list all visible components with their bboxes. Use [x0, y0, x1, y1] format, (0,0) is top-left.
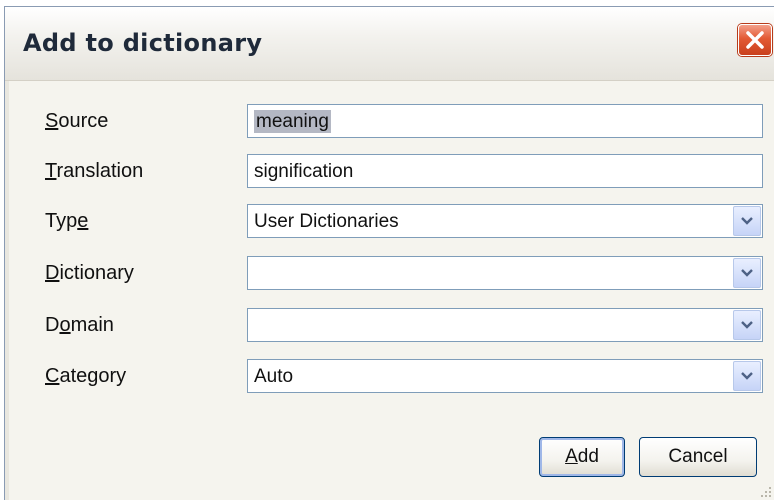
dialog-body: Source meaning Translation signification…: [5, 81, 774, 500]
source-input[interactable]: meaning: [247, 104, 763, 138]
close-icon: [746, 31, 764, 49]
resize-grip-icon[interactable]: [760, 486, 772, 498]
chevron-down-icon: [741, 372, 753, 380]
chevron-down-icon: [741, 321, 753, 329]
type-select[interactable]: User Dictionaries: [247, 204, 763, 238]
cancel-button[interactable]: Cancel: [639, 437, 757, 477]
category-value: Auto: [254, 366, 294, 387]
category-label: Category: [45, 365, 127, 387]
translation-label: Translation: [45, 160, 144, 182]
type-dropdown-button[interactable]: [733, 206, 761, 236]
title-bar[interactable]: Add to dictionary: [5, 7, 774, 81]
add-button[interactable]: Add: [539, 437, 625, 477]
domain-label: Domain: [45, 314, 114, 336]
category-select[interactable]: Auto: [247, 359, 763, 393]
add-to-dictionary-dialog: Add to dictionary Source meaning Transla…: [4, 6, 774, 500]
category-dropdown-button[interactable]: [733, 361, 761, 391]
domain-dropdown-button[interactable]: [733, 310, 761, 340]
source-label: Source: [45, 110, 109, 132]
translation-input[interactable]: signification: [247, 154, 763, 188]
translation-value: signification: [254, 161, 354, 182]
chevron-down-icon: [741, 217, 753, 225]
dictionary-dropdown-button[interactable]: [733, 258, 761, 288]
dictionary-label: Dictionary: [45, 262, 134, 284]
source-value: meaning: [254, 110, 331, 133]
chevron-down-icon: [741, 269, 753, 277]
type-label: Type: [45, 210, 89, 232]
dialog-title: Add to dictionary: [23, 29, 263, 57]
type-value: User Dictionaries: [254, 211, 399, 232]
dictionary-select[interactable]: [247, 256, 763, 290]
close-button[interactable]: [738, 24, 772, 56]
domain-select[interactable]: [247, 308, 763, 342]
